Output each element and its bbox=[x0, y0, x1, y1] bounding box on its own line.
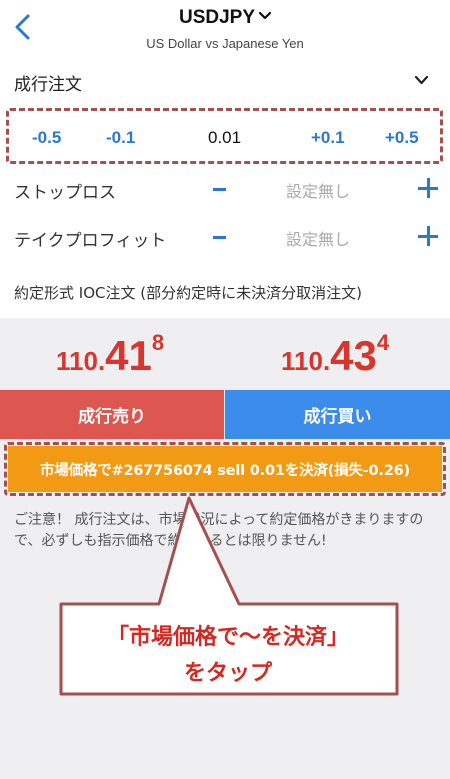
callout-box: 「市場価格で〜を決済」 をタップ bbox=[59, 601, 397, 693]
callout-line-1: 「市場価格で〜を決済」 bbox=[106, 625, 349, 650]
callout-line-2: をタップ bbox=[183, 661, 272, 686]
